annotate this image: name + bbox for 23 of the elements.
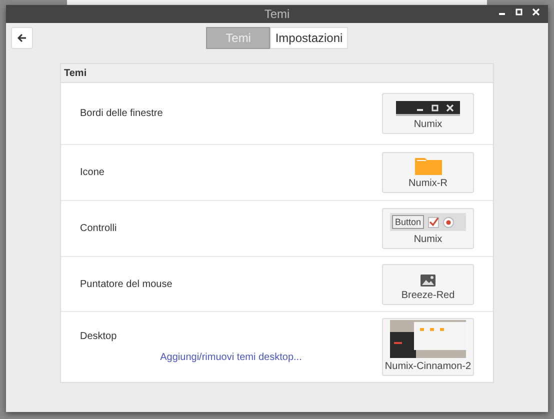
theme-preview-button[interactable]: Numix-R xyxy=(382,152,474,193)
image-icon xyxy=(420,274,436,286)
window-title: Temi xyxy=(264,7,290,21)
section-header: Temi xyxy=(61,64,493,83)
add-remove-link[interactable]: Aggiungi/rimuovi temi desktop... xyxy=(160,352,302,363)
back-arrow-icon xyxy=(17,33,27,43)
theme-preview-button[interactable]: Button Numix xyxy=(382,208,474,249)
row-label: Controlli xyxy=(80,223,118,234)
checkbox-icon xyxy=(428,216,440,228)
row-label: Bordi delle finestre xyxy=(80,108,164,119)
row-label: Desktop xyxy=(80,331,118,342)
row-label: Icone xyxy=(80,167,106,178)
tab[interactable]: Impostazioni xyxy=(270,27,348,49)
radio-icon xyxy=(443,216,454,228)
theme-preview-button[interactable]: Numix xyxy=(382,93,474,134)
folder-icon xyxy=(414,155,442,175)
back-button[interactable] xyxy=(11,27,33,49)
row-label: Puntatore del mouse xyxy=(80,278,174,290)
maximize-icon[interactable] xyxy=(431,104,439,112)
theme-preview-button[interactable]: Numix-Cinnamon-2 xyxy=(382,318,474,376)
theme-preview-button[interactable]: Breeze-Red xyxy=(382,264,474,304)
sample-button: Button xyxy=(392,215,424,229)
close-icon[interactable] xyxy=(446,104,454,112)
